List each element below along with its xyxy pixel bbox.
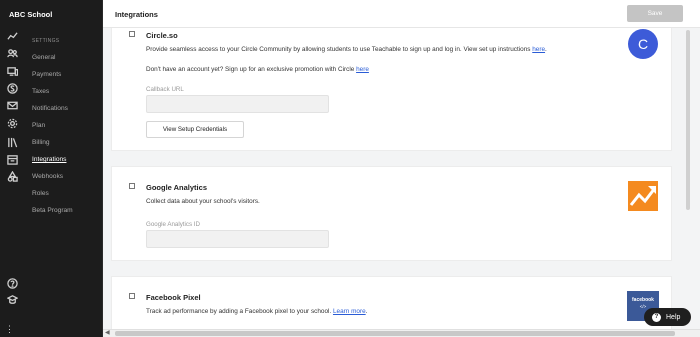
graduation-icon[interactable] [6,293,18,305]
facebook-pixel-learn-more-link[interactable]: Learn more [333,308,366,315]
integrations-content: Circle.so Provide seamless access to you… [103,28,700,329]
question-icon: ? [652,312,661,322]
horizontal-scrollbar[interactable]: ◀ [103,329,700,337]
school-name[interactable]: ABC School [9,10,52,19]
circle-description: Provide seamless access to your Circle C… [146,46,547,53]
facebook-pixel-integration-card: Facebook Pixel Track ad performance by a… [111,276,672,329]
settings-heading: SETTINGS [32,38,60,44]
horizontal-scroll-thumb[interactable] [115,331,675,336]
more-menu-icon[interactable]: ⋮ [5,325,14,334]
facebook-pixel-title: Facebook Pixel [146,293,201,302]
circle-integration-card: Circle.so Provide seamless access to you… [111,28,672,151]
circle-promo: Don't have an account yet? Sign up for a… [146,66,369,73]
top-bar: Integrations Save [103,0,700,28]
sidebar-item-general[interactable]: General [32,54,55,61]
help-button[interactable]: ? Help [644,308,691,326]
callback-url-label: Callback URL [146,86,184,93]
view-setup-credentials-button[interactable]: View Setup Credentials [146,121,244,138]
google-analytics-description: Collect data about your school's visitor… [146,198,260,205]
sidebar-item-beta-program[interactable]: Beta Program [32,207,73,214]
sidebar-item-billing[interactable]: Billing [32,139,50,146]
google-analytics-id-field[interactable] [146,230,329,248]
gear-icon[interactable] [6,117,18,129]
vertical-scrollbar[interactable] [685,28,691,329]
circle-title: Circle.so [146,31,178,40]
circle-enable-checkbox[interactable] [129,31,135,37]
sidebar-item-integrations[interactable]: Integrations [32,156,66,163]
library-icon[interactable] [6,136,18,148]
google-analytics-enable-checkbox[interactable] [129,183,135,189]
mail-icon[interactable] [6,99,18,111]
google-analytics-integration-card: Google Analytics Collect data about your… [111,166,672,261]
settings-sidebar: ABC School SETTINGS General Payments Tax… [9,0,103,337]
sidebar-item-plan[interactable]: Plan [32,122,45,129]
google-analytics-logo [628,181,658,211]
users-icon[interactable] [6,47,18,59]
sidebar-item-webhooks[interactable]: Webhooks [32,173,63,180]
help-circle-icon[interactable] [6,277,18,289]
google-analytics-id-label: Google Analytics ID [146,221,200,228]
sidebar-item-roles[interactable]: Roles [32,190,49,197]
calendar-icon[interactable] [6,153,18,165]
circle-promo-link[interactable]: here [356,66,369,73]
trend-icon[interactable] [6,30,18,42]
save-button[interactable]: Save [627,5,683,22]
circle-logo: C [628,29,658,59]
sidebar-item-payments[interactable]: Payments [32,71,61,78]
facebook-pixel-description: Track ad performance by adding a Faceboo… [146,308,368,315]
callback-url-field[interactable] [146,95,329,113]
dollar-icon[interactable] [6,82,18,94]
facebook-pixel-enable-checkbox[interactable] [129,293,135,299]
google-analytics-title: Google Analytics [146,183,207,192]
page-title: Integrations [115,10,158,19]
circle-instructions-link[interactable]: here [532,46,545,53]
monitor-icon[interactable] [6,65,18,77]
sidebar-item-taxes[interactable]: Taxes [32,88,49,95]
sidebar-item-notifications[interactable]: Notifications [32,105,68,112]
icon-rail [0,0,24,337]
tools-icon[interactable] [6,170,18,182]
help-label: Help [666,313,681,321]
scroll-left-icon[interactable]: ◀ [105,329,110,336]
